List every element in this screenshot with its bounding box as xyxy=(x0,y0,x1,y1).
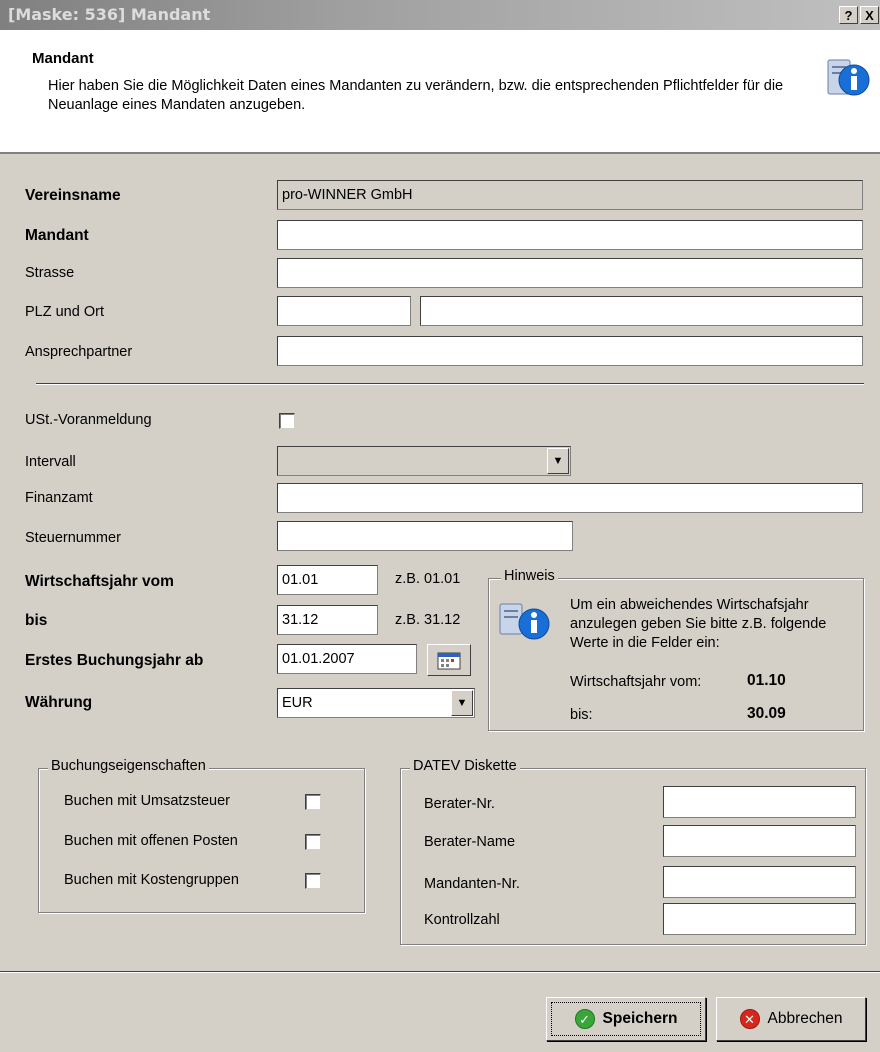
mandant-field[interactable] xyxy=(277,220,863,250)
steuernummer-label: Steuernummer xyxy=(25,530,121,546)
divider xyxy=(36,383,864,385)
save-button[interactable]: ✓ Speichern xyxy=(546,997,706,1041)
hinweis-row1-value: 01.10 xyxy=(747,672,786,689)
info-icon xyxy=(499,603,550,640)
buchung-kostengruppen-checkbox[interactable] xyxy=(305,873,321,889)
buchung-offene-posten-checkbox[interactable] xyxy=(305,834,321,850)
waehrung-value: EUR xyxy=(282,695,313,711)
chevron-down-icon[interactable]: ▼ xyxy=(451,690,473,716)
info-icon xyxy=(827,59,870,96)
header-description: Hier haben Sie die Möglichkeit Daten ein… xyxy=(48,78,784,113)
wj-vom-label: Wirtschaftsjahr vom xyxy=(25,573,174,590)
wj-bis-label: bis xyxy=(25,612,48,629)
footer-divider xyxy=(0,971,880,973)
date-picker-button[interactable] xyxy=(427,644,471,676)
berater-nr-label: Berater-Nr. xyxy=(424,796,495,812)
berater-name-label: Berater-Name xyxy=(424,834,516,850)
check-icon: ✓ xyxy=(574,1009,595,1029)
ansprechpartner-label: Ansprechpartner xyxy=(25,344,133,360)
erstes-buchungsjahr-field[interactable]: 01.01.2007 xyxy=(277,644,417,674)
finanzamt-field[interactable] xyxy=(277,483,863,513)
buchung-kostengruppen-label: Buchen mit Kostengruppen xyxy=(64,872,239,888)
steuernummer-field[interactable] xyxy=(277,521,573,551)
calendar-icon xyxy=(437,652,461,670)
hinweis-row2-label: bis: xyxy=(570,707,593,723)
hinweis-row2-value: 30.09 xyxy=(747,705,786,722)
berater-name-field[interactable] xyxy=(663,825,856,857)
buchung-offene-posten-label: Buchen mit offenen Posten xyxy=(64,833,238,849)
ort-field[interactable] xyxy=(420,296,863,326)
window-title: [Maske: 536] Mandant xyxy=(8,5,211,24)
help-button[interactable]: ? xyxy=(839,6,858,24)
kontrollzahl-field[interactable] xyxy=(663,903,856,935)
mandant-label: Mandant xyxy=(25,227,89,244)
title-bar[interactable]: [Maske: 536] Mandant ? X xyxy=(0,0,880,30)
waehrung-label: Währung xyxy=(25,694,93,711)
strasse-label: Strasse xyxy=(25,265,75,281)
ust-checkbox[interactable] xyxy=(279,413,295,429)
header-panel: Mandant Hier haben Sie die Möglichkeit D… xyxy=(0,30,880,154)
strasse-field[interactable] xyxy=(277,258,863,288)
hinweis-title: Hinweis xyxy=(501,568,558,584)
vereinsname-field[interactable]: pro-WINNER GmbH xyxy=(277,180,863,210)
finanzamt-label: Finanzamt xyxy=(25,490,93,506)
hinweis-text: Um ein abweichendes Wirtschafsjahr anzul… xyxy=(570,597,827,651)
buchung-umsatzsteuer-checkbox[interactable] xyxy=(305,794,321,810)
ansprechpartner-field[interactable] xyxy=(277,336,863,366)
berater-nr-field[interactable] xyxy=(663,786,856,818)
chevron-down-icon[interactable]: ▼ xyxy=(547,448,569,474)
vereinsname-label: Vereinsname xyxy=(25,187,121,204)
buchung-umsatzsteuer-label: Buchen mit Umsatzsteuer xyxy=(64,793,231,809)
cancel-button[interactable]: ✕ Abbrechen xyxy=(716,997,866,1041)
kontrollzahl-label: Kontrollzahl xyxy=(424,912,500,928)
plz-ort-label: PLZ und Ort xyxy=(25,304,104,320)
ust-label: USt.-Voranmeldung xyxy=(25,412,152,428)
cancel-icon: ✕ xyxy=(739,1009,760,1029)
header-title: Mandant xyxy=(32,50,94,67)
cancel-button-label: Abbrechen xyxy=(767,1010,843,1027)
datev-title: DATEV Diskette xyxy=(410,758,520,774)
intervall-dropdown[interactable]: ▼ xyxy=(277,446,571,476)
buchung-title: Buchungseigenschaften xyxy=(48,758,209,774)
wj-bis-hint: z.B. 31.12 xyxy=(395,612,461,628)
waehrung-dropdown[interactable]: EUR ▼ xyxy=(277,688,475,718)
plz-field[interactable] xyxy=(277,296,411,326)
wj-vom-field[interactable]: 01.01 xyxy=(277,565,378,595)
save-button-label: Speichern xyxy=(602,1010,678,1027)
intervall-label: Intervall xyxy=(25,454,76,470)
mandanten-nr-field[interactable] xyxy=(663,866,856,898)
erstes-buchungsjahr-label: Erstes Buchungsjahr ab xyxy=(25,652,204,669)
hinweis-row1-label: Wirtschaftsjahr vom: xyxy=(570,674,702,690)
mandanten-nr-label: Mandanten-Nr. xyxy=(424,876,520,892)
close-button[interactable]: X xyxy=(860,6,879,24)
wj-vom-hint: z.B. 01.01 xyxy=(395,571,461,587)
wj-bis-field[interactable]: 31.12 xyxy=(277,605,378,635)
